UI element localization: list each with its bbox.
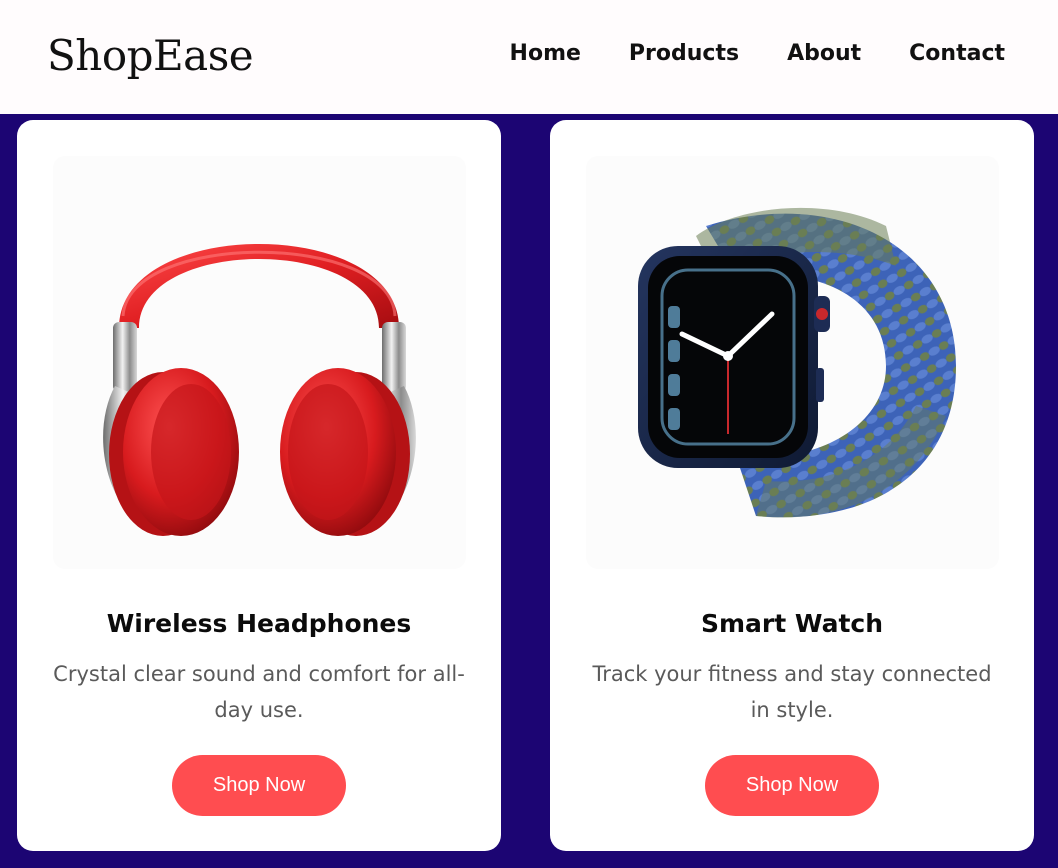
product-description: Crystal clear sound and comfort for all-… [53, 662, 465, 722]
nav-about[interactable]: About [787, 38, 861, 70]
nav-products[interactable]: Products [629, 38, 739, 70]
headphones-icon [103, 244, 416, 536]
product-card-headphones: Wireless Headphones Crystal clear sound … [17, 120, 501, 851]
shop-now-button[interactable]: Shop Now [705, 755, 879, 816]
product-image-smartwatch [586, 156, 999, 569]
main-nav: Home Products About Contact [462, 38, 1005, 70]
shop-now-button[interactable]: Shop Now [172, 755, 346, 816]
nav-home[interactable]: Home [510, 38, 581, 70]
brand-logo[interactable]: ShopEase [47, 30, 254, 82]
product-title: Wireless Headphones [106, 609, 412, 638]
nav-contact[interactable]: Contact [909, 38, 1005, 70]
smartwatch-icon [638, 207, 956, 518]
product-title: Smart Watch [700, 609, 884, 638]
product-description: Track your fitness and stay connected in… [592, 662, 992, 722]
site-header: ShopEase Home Products About Contact [0, 0, 1058, 114]
product-card-smartwatch: Smart Watch Track your fitness and stay … [550, 120, 1034, 851]
product-image-headphones [53, 156, 466, 569]
